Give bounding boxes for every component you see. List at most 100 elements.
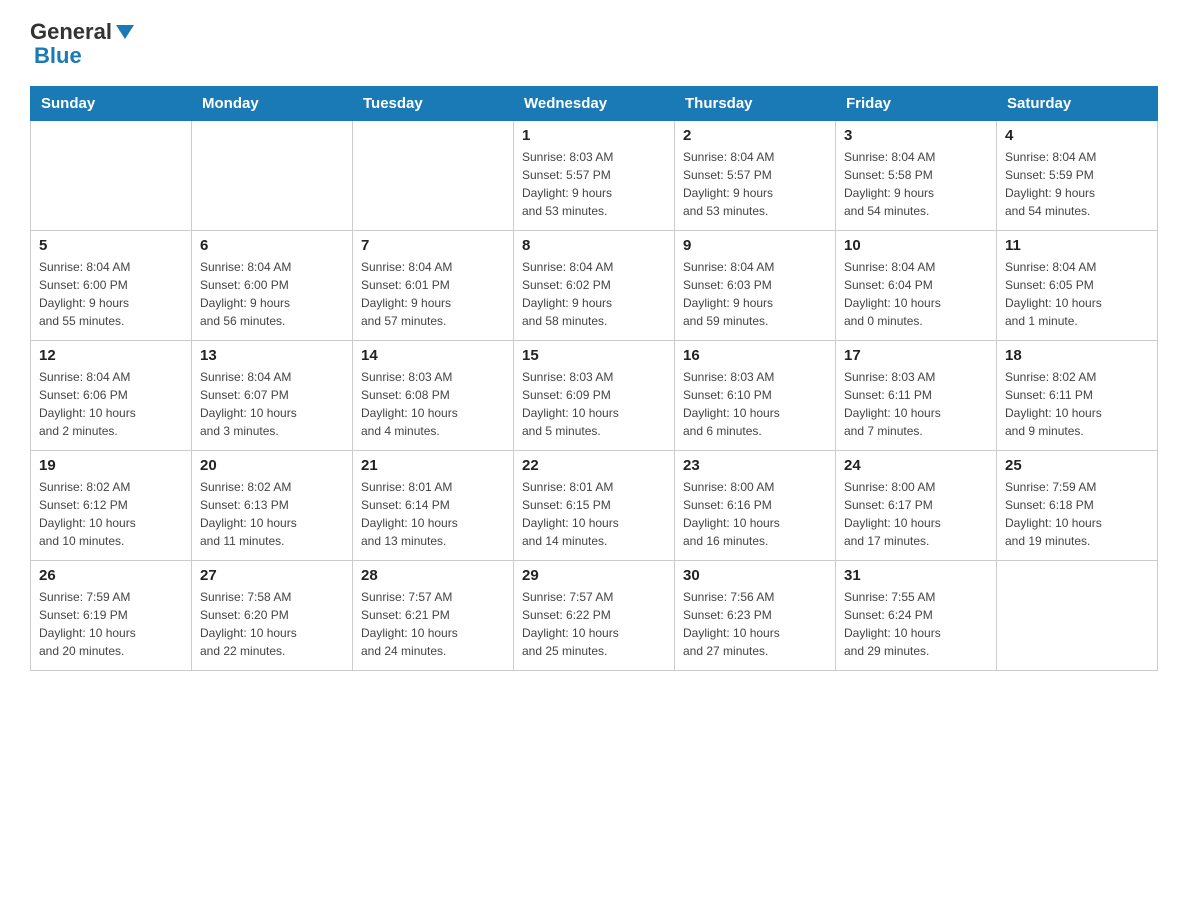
calendar-cell: 20Sunrise: 8:02 AM Sunset: 6:13 PM Dayli… [192,451,353,561]
day-number: 30 [683,567,827,584]
weekday-header-monday: Monday [192,87,353,121]
day-number: 19 [39,457,183,474]
calendar-cell: 30 Sunrise: 7:56 AM Sunset: 6:23 PM Dayli… [675,561,836,671]
calendar-cell [192,121,353,231]
calendar-cell: 13 Sunrise: 8:04 AM Sunset: 6:07 PM Dayli… [192,341,353,451]
day-info: Sunrise: 8:02 AM Sunset: 6:11 PM Dayligh… [1005,368,1149,440]
calendar-cell: 17Sunrise: 8:03 AM Sunset: 6:11 PM Dayli… [836,341,997,451]
day-number: 18 [1005,347,1149,364]
day-number: 2 [683,127,827,144]
calendar-cell: 6 Sunrise: 8:04 AM Sunset: 6:00 PM Daylig… [192,231,353,341]
day-info: Sunrise: 7:59 AM Sunset: 6:18 PM Dayligh… [1005,478,1149,550]
calendar-cell: 3Sunrise: 8:04 AM Sunset: 5:58 PM Daylig… [836,121,997,231]
day-number: 24 [844,457,988,474]
day-number: 7 [361,237,505,254]
day-number: 16 [683,347,827,364]
day-info: Sunrise: 8:03 AM Sunset: 5:57 PM Dayligh… [522,148,666,220]
day-number: 23 [683,457,827,474]
day-number: 6 [200,237,344,254]
calendar-cell: 23 Sunrise: 8:00 AM Sunset: 6:16 PM Dayli… [675,451,836,561]
calendar-cell: 29 Sunrise: 7:57 AM Sunset: 6:22 PM Dayli… [514,561,675,671]
day-info: Sunrise: 8:03 AM Sunset: 6:09 PM Dayligh… [522,368,666,440]
day-info: Sunrise: 8:01 AM Sunset: 6:14 PM Dayligh… [361,478,505,550]
calendar-cell: 31 Sunrise: 7:55 AM Sunset: 6:24 PM Dayli… [836,561,997,671]
day-number: 13 [200,347,344,364]
calendar-cell: 27Sunrise: 7:58 AM Sunset: 6:20 PM Dayli… [192,561,353,671]
day-info: Sunrise: 8:04 AM Sunset: 6:02 PM Dayligh… [522,258,666,330]
day-info: Sunrise: 8:04 AM Sunset: 5:58 PM Dayligh… [844,148,988,220]
day-number: 9 [683,237,827,254]
week-row-4: 19 Sunrise: 8:02 AM Sunset: 6:12 PM Dayli… [31,451,1158,561]
calendar-cell: 21 Sunrise: 8:01 AM Sunset: 6:14 PM Dayli… [353,451,514,561]
calendar-cell: 26 Sunrise: 7:59 AM Sunset: 6:19 PM Dayli… [31,561,192,671]
calendar-cell: 16Sunrise: 8:03 AM Sunset: 6:10 PM Dayli… [675,341,836,451]
page-header: General Blue [30,20,1158,68]
day-number: 26 [39,567,183,584]
day-info: Sunrise: 8:00 AM Sunset: 6:16 PM Dayligh… [683,478,827,550]
day-info: Sunrise: 8:04 AM Sunset: 6:07 PM Dayligh… [200,368,344,440]
day-number: 27 [200,567,344,584]
weekday-header-wednesday: Wednesday [514,87,675,121]
calendar-cell: 7 Sunrise: 8:04 AM Sunset: 6:01 PM Daylig… [353,231,514,341]
calendar-cell: 28 Sunrise: 7:57 AM Sunset: 6:21 PM Dayli… [353,561,514,671]
calendar-cell: 14 Sunrise: 8:03 AM Sunset: 6:08 PM Dayli… [353,341,514,451]
day-info: Sunrise: 8:04 AM Sunset: 6:00 PM Dayligh… [39,258,183,330]
day-number: 4 [1005,127,1149,144]
calendar-cell: 22 Sunrise: 8:01 AM Sunset: 6:15 PM Dayli… [514,451,675,561]
week-row-2: 5 Sunrise: 8:04 AM Sunset: 6:00 PM Daylig… [31,231,1158,341]
day-info: Sunrise: 8:04 AM Sunset: 5:57 PM Dayligh… [683,148,827,220]
day-number: 28 [361,567,505,584]
day-number: 20 [200,457,344,474]
calendar-cell: 25Sunrise: 7:59 AM Sunset: 6:18 PM Dayli… [997,451,1158,561]
week-row-5: 26 Sunrise: 7:59 AM Sunset: 6:19 PM Dayli… [31,561,1158,671]
day-number: 22 [522,457,666,474]
logo-container: General Blue [30,20,136,68]
day-number: 11 [1005,237,1149,254]
day-number: 31 [844,567,988,584]
day-info: Sunrise: 8:04 AM Sunset: 6:05 PM Dayligh… [1005,258,1149,330]
calendar-cell: 24 Sunrise: 8:00 AM Sunset: 6:17 PM Dayli… [836,451,997,561]
day-number: 21 [361,457,505,474]
day-number: 1 [522,127,666,144]
day-info: Sunrise: 8:02 AM Sunset: 6:12 PM Dayligh… [39,478,183,550]
day-info: Sunrise: 7:57 AM Sunset: 6:21 PM Dayligh… [361,588,505,660]
calendar-cell: 5 Sunrise: 8:04 AM Sunset: 6:00 PM Daylig… [31,231,192,341]
day-number: 17 [844,347,988,364]
day-number: 14 [361,347,505,364]
calendar-cell: 4Sunrise: 8:04 AM Sunset: 5:59 PM Daylig… [997,121,1158,231]
weekday-header-friday: Friday [836,87,997,121]
weekday-header-sunday: Sunday [31,87,192,121]
logo: General Blue [30,20,136,68]
day-number: 15 [522,347,666,364]
calendar-cell: 1 Sunrise: 8:03 AM Sunset: 5:57 PM Daylig… [514,121,675,231]
day-info: Sunrise: 7:59 AM Sunset: 6:19 PM Dayligh… [39,588,183,660]
calendar-cell: 19 Sunrise: 8:02 AM Sunset: 6:12 PM Dayli… [31,451,192,561]
calendar-cell [353,121,514,231]
day-number: 8 [522,237,666,254]
day-info: Sunrise: 7:56 AM Sunset: 6:23 PM Dayligh… [683,588,827,660]
calendar-cell: 18 Sunrise: 8:02 AM Sunset: 6:11 PM Dayli… [997,341,1158,451]
day-number: 29 [522,567,666,584]
day-info: Sunrise: 8:03 AM Sunset: 6:08 PM Dayligh… [361,368,505,440]
weekday-header-thursday: Thursday [675,87,836,121]
weekday-header-row: SundayMondayTuesdayWednesdayThursdayFrid… [31,87,1158,121]
calendar-cell: 11 Sunrise: 8:04 AM Sunset: 6:05 PM Dayli… [997,231,1158,341]
day-info: Sunrise: 8:04 AM Sunset: 6:01 PM Dayligh… [361,258,505,330]
day-info: Sunrise: 7:57 AM Sunset: 6:22 PM Dayligh… [522,588,666,660]
day-info: Sunrise: 8:00 AM Sunset: 6:17 PM Dayligh… [844,478,988,550]
calendar-cell: 12Sunrise: 8:04 AM Sunset: 6:06 PM Dayli… [31,341,192,451]
calendar-cell: 10Sunrise: 8:04 AM Sunset: 6:04 PM Dayli… [836,231,997,341]
day-number: 10 [844,237,988,254]
day-info: Sunrise: 8:01 AM Sunset: 6:15 PM Dayligh… [522,478,666,550]
calendar-cell: 9Sunrise: 8:04 AM Sunset: 6:03 PM Daylig… [675,231,836,341]
calendar-cell [997,561,1158,671]
day-info: Sunrise: 8:04 AM Sunset: 6:00 PM Dayligh… [200,258,344,330]
calendar-table: SundayMondayTuesdayWednesdayThursdayFrid… [30,86,1158,671]
weekday-header-saturday: Saturday [997,87,1158,121]
week-row-1: 1 Sunrise: 8:03 AM Sunset: 5:57 PM Daylig… [31,121,1158,231]
weekday-header-tuesday: Tuesday [353,87,514,121]
calendar-cell: 2 Sunrise: 8:04 AM Sunset: 5:57 PM Daylig… [675,121,836,231]
day-info: Sunrise: 7:55 AM Sunset: 6:24 PM Dayligh… [844,588,988,660]
day-number: 5 [39,237,183,254]
day-number: 12 [39,347,183,364]
